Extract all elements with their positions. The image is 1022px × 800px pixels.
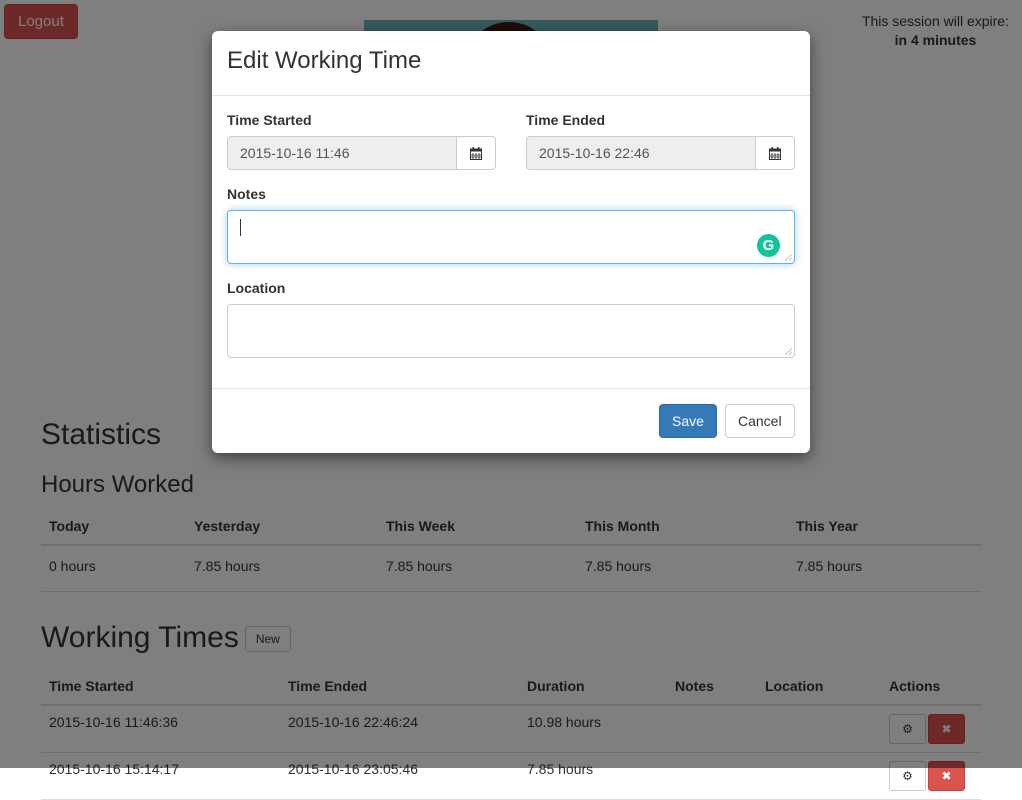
time-ended-label: Time Ended <box>526 112 606 128</box>
calendar-icon[interactable] <box>756 136 795 170</box>
resize-handle[interactable] <box>785 254 792 261</box>
notes-label: Notes <box>227 186 266 202</box>
time-started-label: Time Started <box>227 112 312 128</box>
location-textarea[interactable] <box>227 304 795 358</box>
time-started-field[interactable]: 2015-10-16 11:46 <box>227 136 496 170</box>
time-ended-field[interactable]: 2015-10-16 22:46 <box>526 136 795 170</box>
time-ended-input[interactable]: 2015-10-16 22:46 <box>526 136 756 170</box>
notes-textarea[interactable]: G <box>227 210 795 264</box>
resize-handle[interactable] <box>785 348 792 355</box>
time-started-input[interactable]: 2015-10-16 11:46 <box>227 136 457 170</box>
calendar-icon[interactable] <box>457 136 496 170</box>
save-button[interactable]: Save <box>659 404 717 438</box>
grammarly-icon[interactable]: G <box>757 234 780 257</box>
text-cursor <box>240 219 241 236</box>
cancel-button[interactable]: Cancel <box>725 404 795 438</box>
modal-footer-divider <box>212 388 810 389</box>
modal-title: Edit Working Time <box>227 47 422 74</box>
edit-working-time-modal: Edit Working Time Time Started 2015-10-1… <box>212 31 810 453</box>
location-label: Location <box>227 280 286 296</box>
